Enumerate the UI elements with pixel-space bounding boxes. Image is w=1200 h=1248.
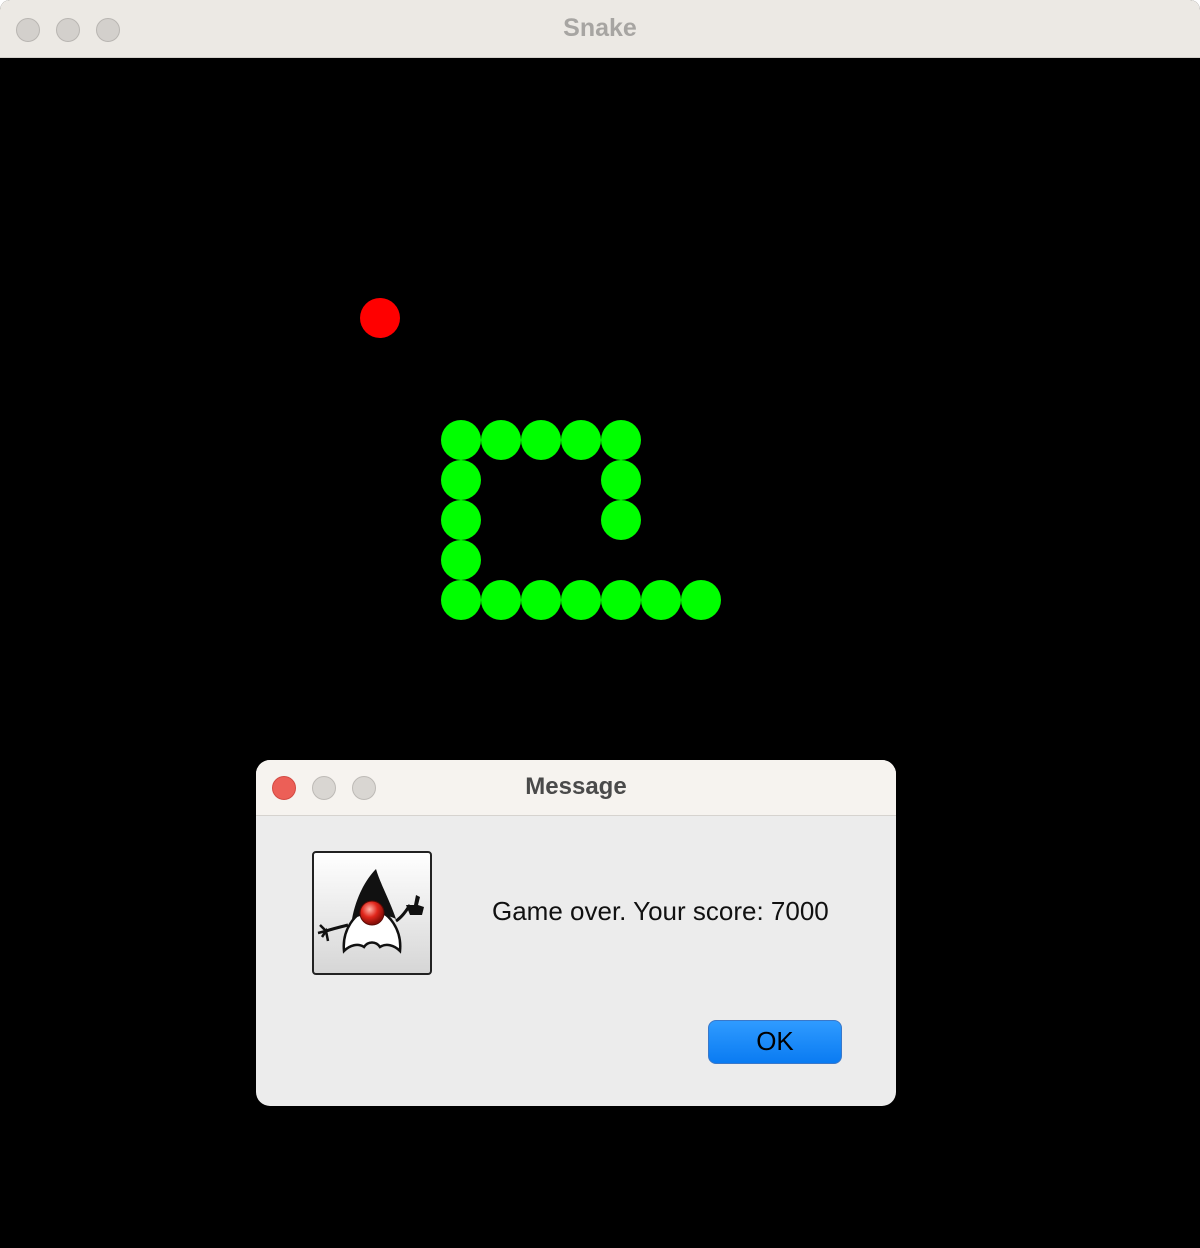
window-title: Snake (563, 14, 637, 42)
snake-segment (561, 580, 601, 620)
ok-button[interactable]: OK (708, 1020, 842, 1064)
snake-segment (601, 420, 641, 460)
snake-segment (521, 580, 561, 620)
snake-segment (441, 500, 481, 540)
snake-head (601, 500, 641, 540)
window-titlebar[interactable]: Snake (0, 0, 1200, 58)
food-apple (360, 298, 400, 338)
message-dialog: Message Game over. Your score: 7000 OK (256, 760, 896, 1106)
snake-segment (601, 460, 641, 500)
dialog-titlebar[interactable]: Message (256, 760, 896, 816)
snake-segment (481, 580, 521, 620)
snake-segment (561, 420, 601, 460)
snake-segment (441, 580, 481, 620)
java-duke-icon (312, 851, 432, 975)
snake-segment (441, 420, 481, 460)
dialog-title: Message (525, 773, 627, 800)
snake-segment (601, 580, 641, 620)
snake-segment (441, 540, 481, 580)
snake-segment (521, 420, 561, 460)
snake-segment (641, 580, 681, 620)
snake-segment (441, 460, 481, 500)
snake-tail (681, 580, 721, 620)
snake-segment (481, 420, 521, 460)
game-over-message: Game over. Your score: 7000 (492, 896, 829, 926)
